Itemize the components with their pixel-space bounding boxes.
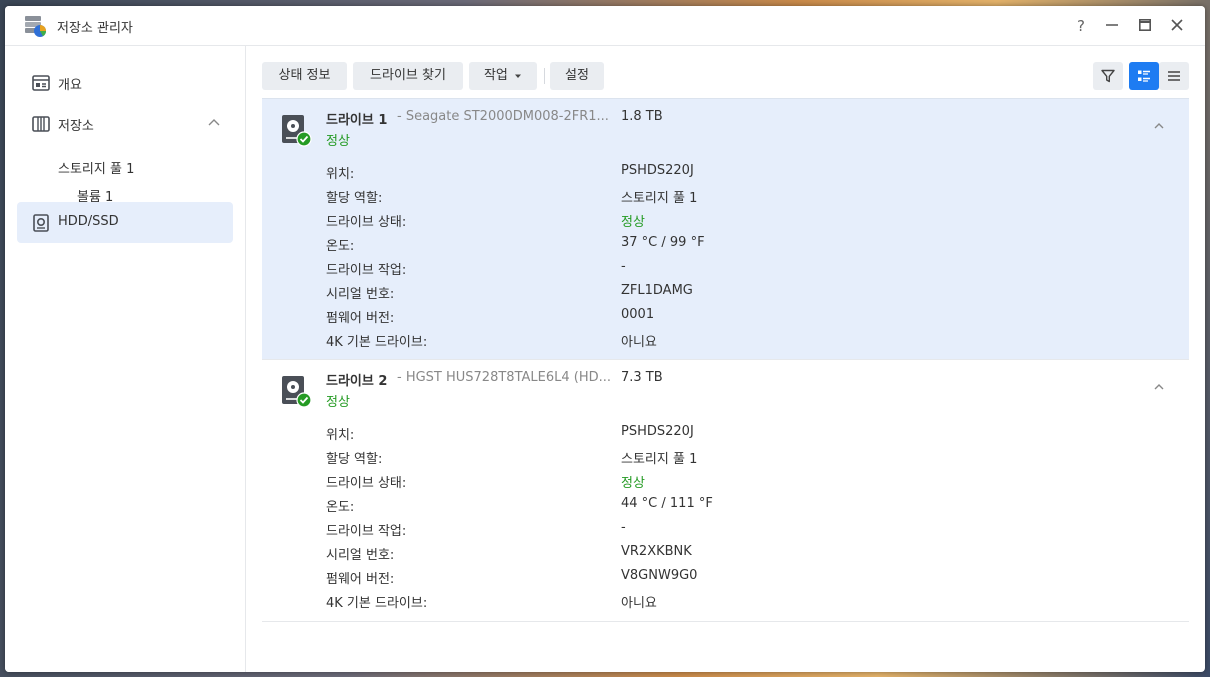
minimize-button[interactable] xyxy=(1102,16,1122,36)
detail-label: 드라이브 상태: xyxy=(326,476,407,491)
hdd-healthy-icon xyxy=(282,376,312,408)
drive-model: - Seagate ST2000DM008-2FR1... xyxy=(397,109,609,124)
detail-label: 위치: xyxy=(326,167,355,182)
detail-label: 드라이브 상태: xyxy=(326,215,407,230)
detail-value: 0001 xyxy=(621,307,655,322)
detail-value: 44 °C / 111 °F xyxy=(621,496,713,511)
list-view-button[interactable] xyxy=(1159,62,1189,90)
maximize-button[interactable] xyxy=(1135,16,1155,36)
detail-value: ZFL1DAMG xyxy=(621,283,693,298)
detail-label: 온도: xyxy=(326,500,355,515)
detail-value: V8GNW9G0 xyxy=(621,568,698,583)
action-dropdown-button[interactable]: 작업 xyxy=(469,62,537,90)
hdd-icon xyxy=(33,214,49,232)
sidebar-item-storage-pool-1[interactable]: 스토리지 풀 1 xyxy=(58,158,134,177)
overview-icon xyxy=(32,75,50,91)
detail-list-icon xyxy=(1138,70,1150,82)
chevron-up-icon[interactable] xyxy=(207,116,221,130)
chevron-up-icon[interactable] xyxy=(1152,380,1166,394)
drive-card-2[interactable]: 드라이브 2 - HGST HUS728T8TALE6L4 (HD... 7.3… xyxy=(262,360,1189,622)
detail-value: 스토리지 풀 1 xyxy=(621,191,698,206)
drive-name: 드라이브 2 xyxy=(326,374,388,389)
storage-manager-window: 저장소 관리자 ? 개요 저장소 스토리지 풀 1 볼륨 1 HDD/SSD 상… xyxy=(5,6,1205,672)
sidebar-item-label: HDD/SSD xyxy=(58,214,119,229)
drive-size: 7.3 TB xyxy=(621,370,663,385)
hdd-healthy-icon xyxy=(282,115,312,147)
sidebar-item-storage[interactable]: 저장소 xyxy=(17,103,233,144)
storage-manager-icon xyxy=(25,16,46,37)
drive-status: 정상 xyxy=(326,134,350,149)
detail-label: 위치: xyxy=(326,428,355,443)
detail-value: 아니요 xyxy=(621,596,657,611)
caret-down-icon xyxy=(515,74,522,78)
action-label: 작업 xyxy=(483,68,508,83)
detail-value: VR2XKBNK xyxy=(621,544,692,559)
detail-label: 드라이브 작업: xyxy=(326,263,407,278)
app-title: 저장소 관리자 xyxy=(57,21,133,36)
status-info-button[interactable]: 상태 정보 xyxy=(262,62,347,90)
detail-label: 온도: xyxy=(326,239,355,254)
detail-value: PSHDS220J xyxy=(621,424,694,439)
detail-label: 펌웨어 버전: xyxy=(326,572,395,587)
minimize-icon xyxy=(1106,24,1118,26)
drive-size: 1.8 TB xyxy=(621,109,663,124)
drive-name: 드라이브 1 xyxy=(326,113,388,128)
detail-value: 아니요 xyxy=(621,335,657,350)
toolbar-divider xyxy=(544,68,545,84)
list-icon xyxy=(1168,71,1180,81)
settings-button[interactable]: 설정 xyxy=(550,62,604,90)
detail-label: 시리얼 번호: xyxy=(326,287,395,302)
detail-value: 정상 xyxy=(621,215,645,230)
drive-model: - HGST HUS728T8TALE6L4 (HD... xyxy=(397,370,612,385)
detail-label: 펌웨어 버전: xyxy=(326,311,395,326)
sidebar-item-hdd-ssd[interactable]: HDD/SSD xyxy=(17,202,233,243)
help-button[interactable]: ? xyxy=(1071,16,1091,36)
sidebar: 개요 저장소 스토리지 풀 1 볼륨 1 HDD/SSD xyxy=(5,46,246,672)
detail-label: 드라이브 작업: xyxy=(326,524,407,539)
detail-value: 정상 xyxy=(621,476,645,491)
maximize-icon xyxy=(1139,19,1151,31)
detail-label: 할당 역할: xyxy=(326,452,383,467)
close-button[interactable] xyxy=(1167,16,1187,36)
detail-value: - xyxy=(621,520,626,535)
detail-value: - xyxy=(621,259,626,274)
detail-value: 37 °C / 99 °F xyxy=(621,235,705,250)
chevron-up-icon[interactable] xyxy=(1152,119,1166,133)
sidebar-item-label: 개요 xyxy=(58,78,82,93)
detail-label: 4K 기본 드라이브: xyxy=(326,335,428,350)
title-bar: 저장소 관리자 ? xyxy=(5,6,1205,46)
detail-value: PSHDS220J xyxy=(621,163,694,178)
main-panel: 상태 정보 드라이브 찾기 작업 설정 드라이브 1 - Seagate ST2… xyxy=(246,46,1205,672)
detail-label: 4K 기본 드라이브: xyxy=(326,596,428,611)
storage-icon xyxy=(32,116,50,132)
detail-value: 스토리지 풀 1 xyxy=(621,452,698,467)
sidebar-item-label: 저장소 xyxy=(58,119,94,134)
sidebar-item-overview[interactable]: 개요 xyxy=(17,62,233,103)
filter-icon xyxy=(1101,69,1115,83)
drive-status: 정상 xyxy=(326,395,350,410)
detail-label: 시리얼 번호: xyxy=(326,548,395,563)
drive-card-1[interactable]: 드라이브 1 - Seagate ST2000DM008-2FR1... 1.8… xyxy=(262,98,1189,360)
detail-label: 할당 역할: xyxy=(326,191,383,206)
find-drive-button[interactable]: 드라이브 찾기 xyxy=(353,62,463,90)
close-icon xyxy=(1171,19,1183,31)
filter-button[interactable] xyxy=(1093,62,1123,90)
detail-view-button[interactable] xyxy=(1129,62,1159,90)
